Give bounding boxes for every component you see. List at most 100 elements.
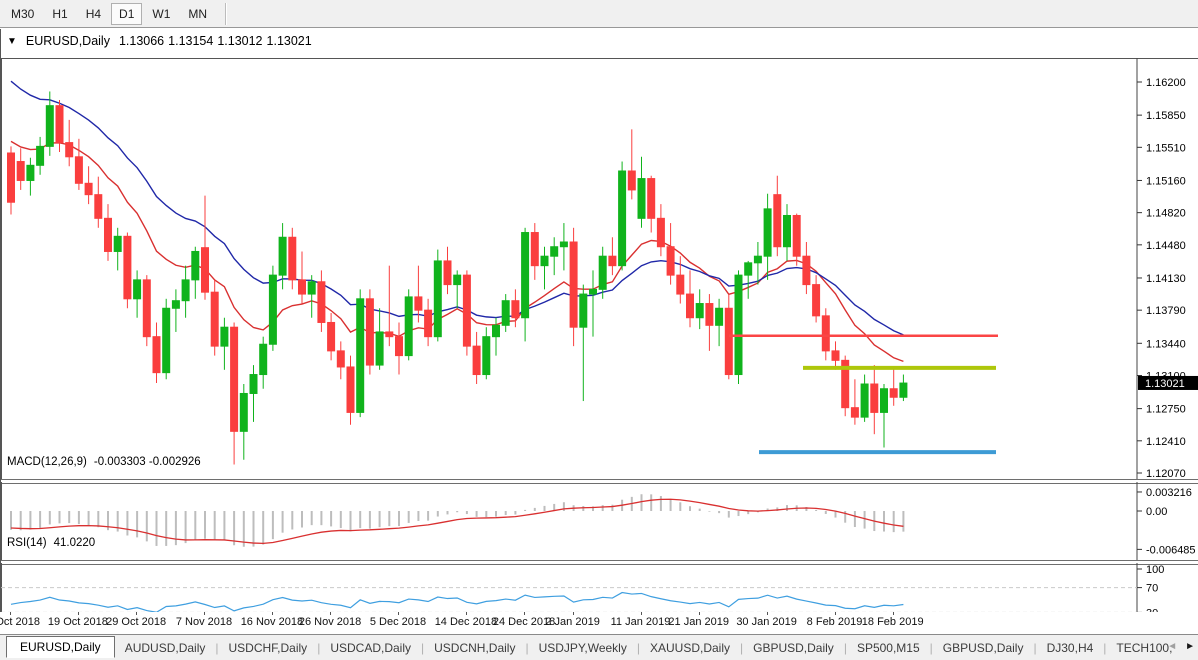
main-chart[interactable]: 1.162001.158501.155101.151601.148201.144… [1,58,1198,479]
rsi-line [11,593,903,613]
tab-xauusd-daily[interactable]: XAUUSD,Daily [640,638,740,658]
date-axis-tick [272,612,273,615]
macd-panel[interactable]: 0.0032160.00-0.006485 [1,482,1198,560]
tab-eurusd-daily[interactable]: EURUSD,Daily [6,636,115,658]
symbol-dropdown-icon[interactable]: ▼ [7,36,17,47]
candle [560,223,567,270]
timeframe-button-mn[interactable]: MN [180,3,215,25]
date-axis-tick [10,612,11,615]
candle [17,148,24,190]
date-axis-tick [330,612,331,615]
candle [619,162,626,271]
candle [861,375,868,422]
candle [66,120,73,166]
candle [269,266,276,351]
candle [716,299,723,346]
macd-axis-label: -0.006485 [1146,544,1196,556]
price-axis-label: 1.13790 [1146,305,1186,317]
candle [754,242,761,285]
candle [134,270,141,317]
candle [832,341,839,369]
candle [764,194,771,280]
candle [454,270,461,308]
candle [95,177,102,228]
candle [202,196,209,300]
tab-usdchf-daily[interactable]: USDCHF,Daily [219,638,318,658]
candle [735,270,742,384]
date-axis-tick [893,612,894,615]
chart-title: ▼ EURUSD,Daily 1.13066 1.13154 1.13012 1… [7,34,312,48]
tab-usdcnh-daily[interactable]: USDCNH,Daily [424,638,525,658]
tab-gbpusd-daily[interactable]: GBPUSD,Daily [743,638,844,658]
candle [27,158,34,196]
candle [211,280,218,356]
tab-scroll-right-icon[interactable]: ► [1185,641,1195,652]
ohlc-low: 1.13012 [217,34,262,48]
price-axis-label: 1.12070 [1146,468,1186,479]
date-axis-tick [136,612,137,615]
candle [745,261,752,299]
rsi-axis-label: 100 [1146,564,1164,576]
candle [628,129,635,199]
tab-usdcad-daily[interactable]: USDCAD,Daily [320,638,421,658]
rsi-label: RSI(14) 41.0220 [7,537,95,549]
candle [580,285,587,401]
candle [85,166,92,204]
date-axis-tick [524,612,525,615]
candle [638,157,645,228]
tab-scroll-left-icon[interactable]: ◄ [1167,641,1177,652]
tab-dj30-h4[interactable]: DJ30,H4 [1037,638,1104,658]
chart-symbol-label: EURUSD,Daily [26,34,110,48]
candle [822,308,829,360]
macd-label: MACD(12,26,9) -0.003303 -0.002926 [7,456,201,468]
macd-name: MACD(12,26,9) [7,456,87,468]
date-axis-label: 18 Feb 2019 [853,616,933,628]
price-axis-label: 1.14130 [1146,273,1186,285]
candle [463,270,470,355]
candle [124,233,131,309]
candle [648,176,655,233]
date-axis-tick [835,612,836,615]
candle [774,176,781,256]
candle [376,308,383,370]
timeframe-button-h1[interactable]: H1 [44,3,75,25]
date-axis[interactable]: 10 Oct 201819 Oct 201829 Oct 20187 Nov 2… [0,612,1198,634]
date-axis-tick [573,612,574,615]
timeframe-button-h4[interactable]: H4 [78,3,109,25]
tab-sp500-m15[interactable]: SP500,M15 [847,638,930,658]
candle [522,228,529,342]
timeframe-button-d1[interactable]: D1 [111,3,142,25]
ohlc-high: 1.13154 [168,34,213,48]
candle [551,237,558,275]
tab-audusd-daily[interactable]: AUDUSD,Daily [115,638,216,658]
toolbar-separator [225,3,227,25]
price-axis-label: 1.12410 [1146,436,1186,448]
candle [483,327,490,379]
candle [366,289,373,374]
candle [793,214,800,266]
price-axis-label: 1.16200 [1146,77,1186,89]
candle [541,247,548,290]
candle [881,384,888,447]
candle [386,266,393,346]
candle [570,228,577,346]
candle [114,228,121,271]
macd-axis-label: 0.00 [1146,506,1167,518]
candle [813,275,820,322]
price-axis-label: 1.14820 [1146,208,1186,220]
tab-gbpusd-daily[interactable]: GBPUSD,Daily [933,638,1034,658]
timeframe-button-m30[interactable]: M30 [3,3,42,25]
candle [803,242,810,294]
tab-usdjpy-weekly[interactable]: USDJPY,Weekly [529,638,637,658]
candle [405,289,412,360]
candle [531,223,538,280]
date-axis-tick [78,612,79,615]
candle [8,146,15,214]
candle [871,365,878,434]
candle [172,289,179,332]
rsi-axis-label: 70 [1146,583,1158,595]
candle [337,341,344,379]
candle [434,250,441,342]
timeframe-button-w1[interactable]: W1 [144,3,178,25]
candle [143,275,150,346]
